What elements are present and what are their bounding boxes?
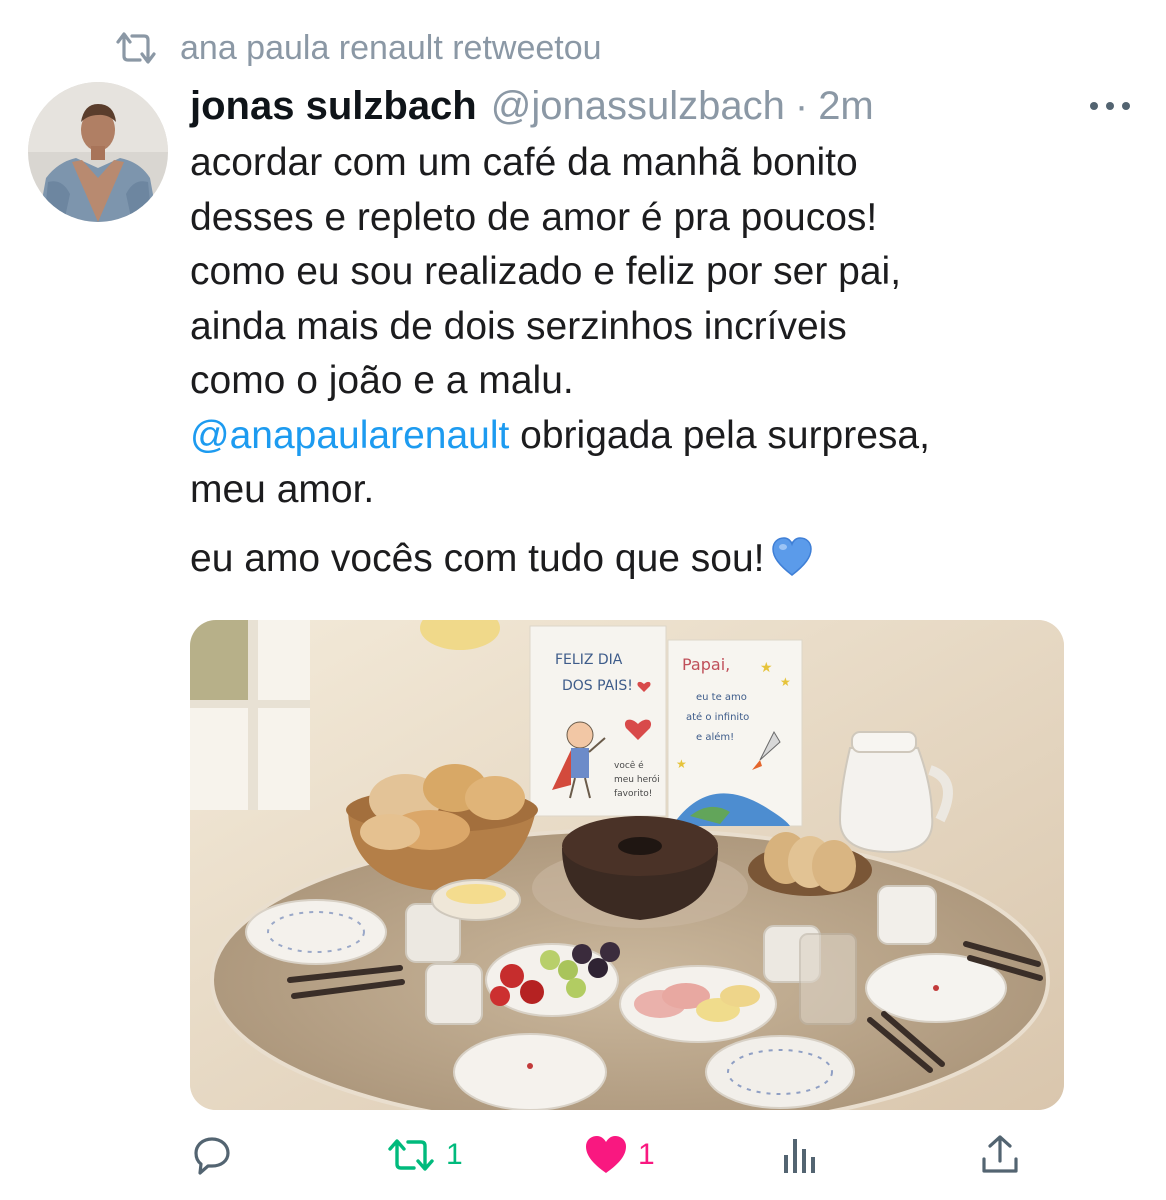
- mention-link[interactable]: @anapaularenault: [190, 414, 509, 457]
- tweet-line: como eu sou realizado e feliz por ser pa…: [190, 250, 902, 293]
- retweet-context-text: ana paula renault retweetou: [180, 28, 602, 67]
- card-left-note2: meu herói: [614, 774, 660, 785]
- retweet-icon: [116, 32, 156, 64]
- more-options-button[interactable]: [1090, 96, 1130, 116]
- tweet-line: @anapaularenault obrigada pela surpresa,: [190, 409, 1140, 464]
- card-left-note3: favorito!: [614, 789, 652, 799]
- tweet-timestamp[interactable]: 2m: [818, 84, 874, 129]
- tweet-header: jonas sulzbach @jonassulzbach · 2m: [190, 84, 1090, 134]
- card-papai: Papai, eu te amo até o infinito e além! …: [667, 639, 803, 827]
- tweet-line: desses e repleto de amor é pra poucos!: [190, 195, 878, 239]
- retweet-context: ana paula renault retweetou: [112, 28, 602, 68]
- svg-text:★: ★: [676, 757, 687, 771]
- tweet-line: eu amo vocês com tudo que sou!: [190, 532, 1140, 593]
- card-feliz-dia: FELIZ DIA DOS PAIS! você é meu herói fav…: [529, 625, 667, 817]
- avatar-photo: [28, 82, 168, 222]
- card-left-line1: FELIZ DIA: [555, 652, 623, 668]
- like-count: 1: [638, 1138, 655, 1171]
- more-dot: [1090, 102, 1098, 110]
- closing-text: eu amo vocês com tudo que sou!: [190, 536, 765, 580]
- heart-icon: [586, 1136, 626, 1173]
- svg-text:★: ★: [760, 659, 773, 675]
- author-name[interactable]: jonas sulzbach: [190, 84, 477, 129]
- reply-button[interactable]: [190, 1130, 244, 1180]
- mention-rest: obrigada pela surpresa,: [509, 413, 930, 457]
- retweet-button[interactable]: 1: [386, 1130, 463, 1180]
- stats-icon: [784, 1139, 815, 1173]
- more-dot: [1106, 102, 1114, 110]
- card-left-note1: você é: [614, 760, 644, 771]
- card-right-line4: e além!: [696, 731, 734, 743]
- reply-icon: [194, 1137, 230, 1175]
- card-left-line2: DOS PAIS!: [562, 678, 633, 694]
- more-dot: [1122, 102, 1130, 110]
- card-right-line3: até o infinito: [686, 711, 749, 723]
- svg-text:★: ★: [780, 675, 791, 689]
- tweet-text: acordar com um café da manhã bonito dess…: [190, 136, 1140, 592]
- tweet-line: meu amor.: [190, 468, 375, 511]
- avatar[interactable]: [28, 82, 168, 222]
- stats-button[interactable]: [780, 1130, 820, 1180]
- tweet-actions: 1 1: [190, 1130, 1050, 1180]
- tweet-line: ainda mais de dois serzinhos incríveis: [190, 304, 847, 348]
- card-right-line2: eu te amo: [696, 692, 747, 703]
- header-separator: ·: [794, 84, 809, 128]
- tweet[interactable]: ana paula renault retweetou jonas sulzba…: [0, 0, 1166, 1200]
- retweet-icon: [388, 1139, 434, 1171]
- blue-heart-emoji: [771, 536, 813, 593]
- breakfast-photo: FELIZ DIA DOS PAIS! você é meu herói fav…: [190, 620, 1064, 1110]
- share-button[interactable]: [978, 1130, 1022, 1180]
- share-icon: [982, 1135, 1018, 1173]
- card-right-line1: Papai,: [682, 655, 730, 674]
- retweet-count: 1: [446, 1138, 463, 1171]
- like-button[interactable]: 1: [584, 1130, 655, 1180]
- tweet-line: acordar com um café da manhã bonito: [190, 141, 858, 184]
- author-handle[interactable]: @jonassulzbach: [491, 84, 785, 129]
- tweet-media-photo[interactable]: FELIZ DIA DOS PAIS! você é meu herói fav…: [190, 620, 1064, 1110]
- ham-cheese-plate: [619, 965, 777, 1043]
- tweet-line: como o joão e a malu.: [190, 359, 574, 402]
